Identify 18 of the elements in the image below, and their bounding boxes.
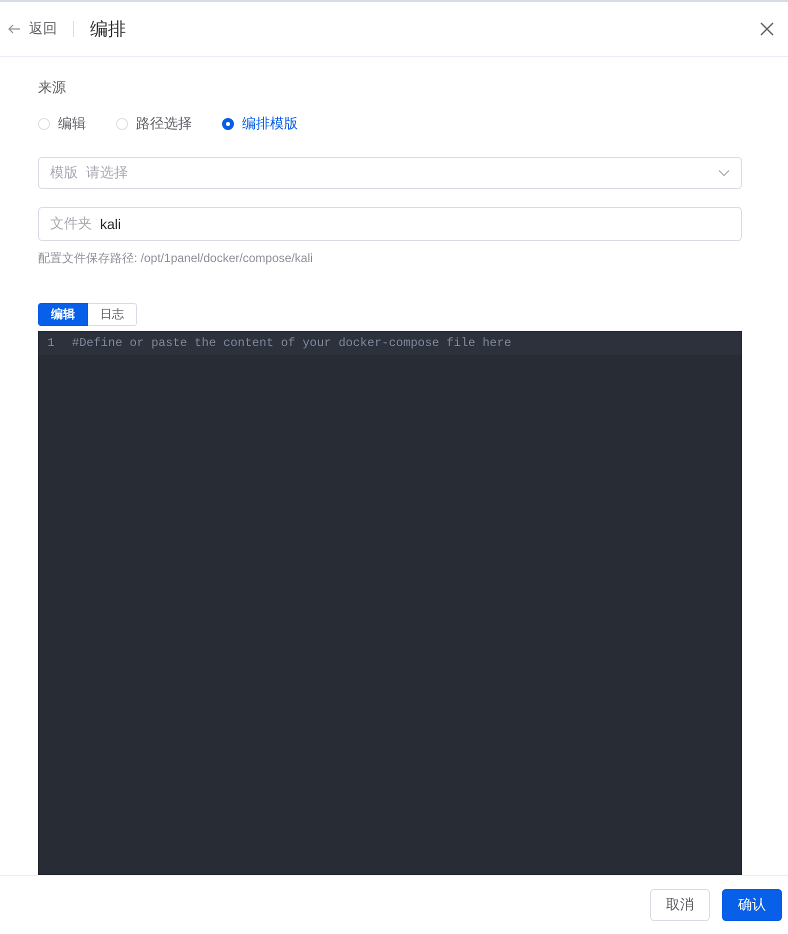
arrow-left-icon	[8, 24, 21, 34]
page-title: 编排	[90, 18, 126, 41]
path-hint: 配置文件保存路径: /opt/1panel/docker/compose/kali	[38, 250, 314, 267]
confirm-button[interactable]: 确认	[722, 889, 782, 921]
editor-tab[interactable]: 编辑	[38, 303, 88, 326]
editor-placeholder: #Define or paste the content of your docker-compose file here	[71, 336, 512, 350]
back-button[interactable]: 返回	[8, 20, 57, 38]
code-editor[interactable]: 1 #Define or paste the content of your docker-compose file here	[38, 331, 742, 875]
close-icon[interactable]	[760, 22, 774, 36]
line-number: 1	[46, 336, 56, 350]
folder-field[interactable]: 文件夹 kali	[38, 207, 742, 241]
source-label: 来源	[38, 79, 67, 97]
radio-option[interactable]: 路径选择	[116, 115, 192, 133]
radio-option[interactable]: 编辑	[38, 115, 86, 133]
cancel-button[interactable]: 取消	[650, 889, 710, 921]
radio-option[interactable]: 编排模版	[222, 115, 298, 133]
chevron-down-icon	[718, 169, 730, 177]
editor-tab[interactable]: 日志	[88, 303, 137, 326]
